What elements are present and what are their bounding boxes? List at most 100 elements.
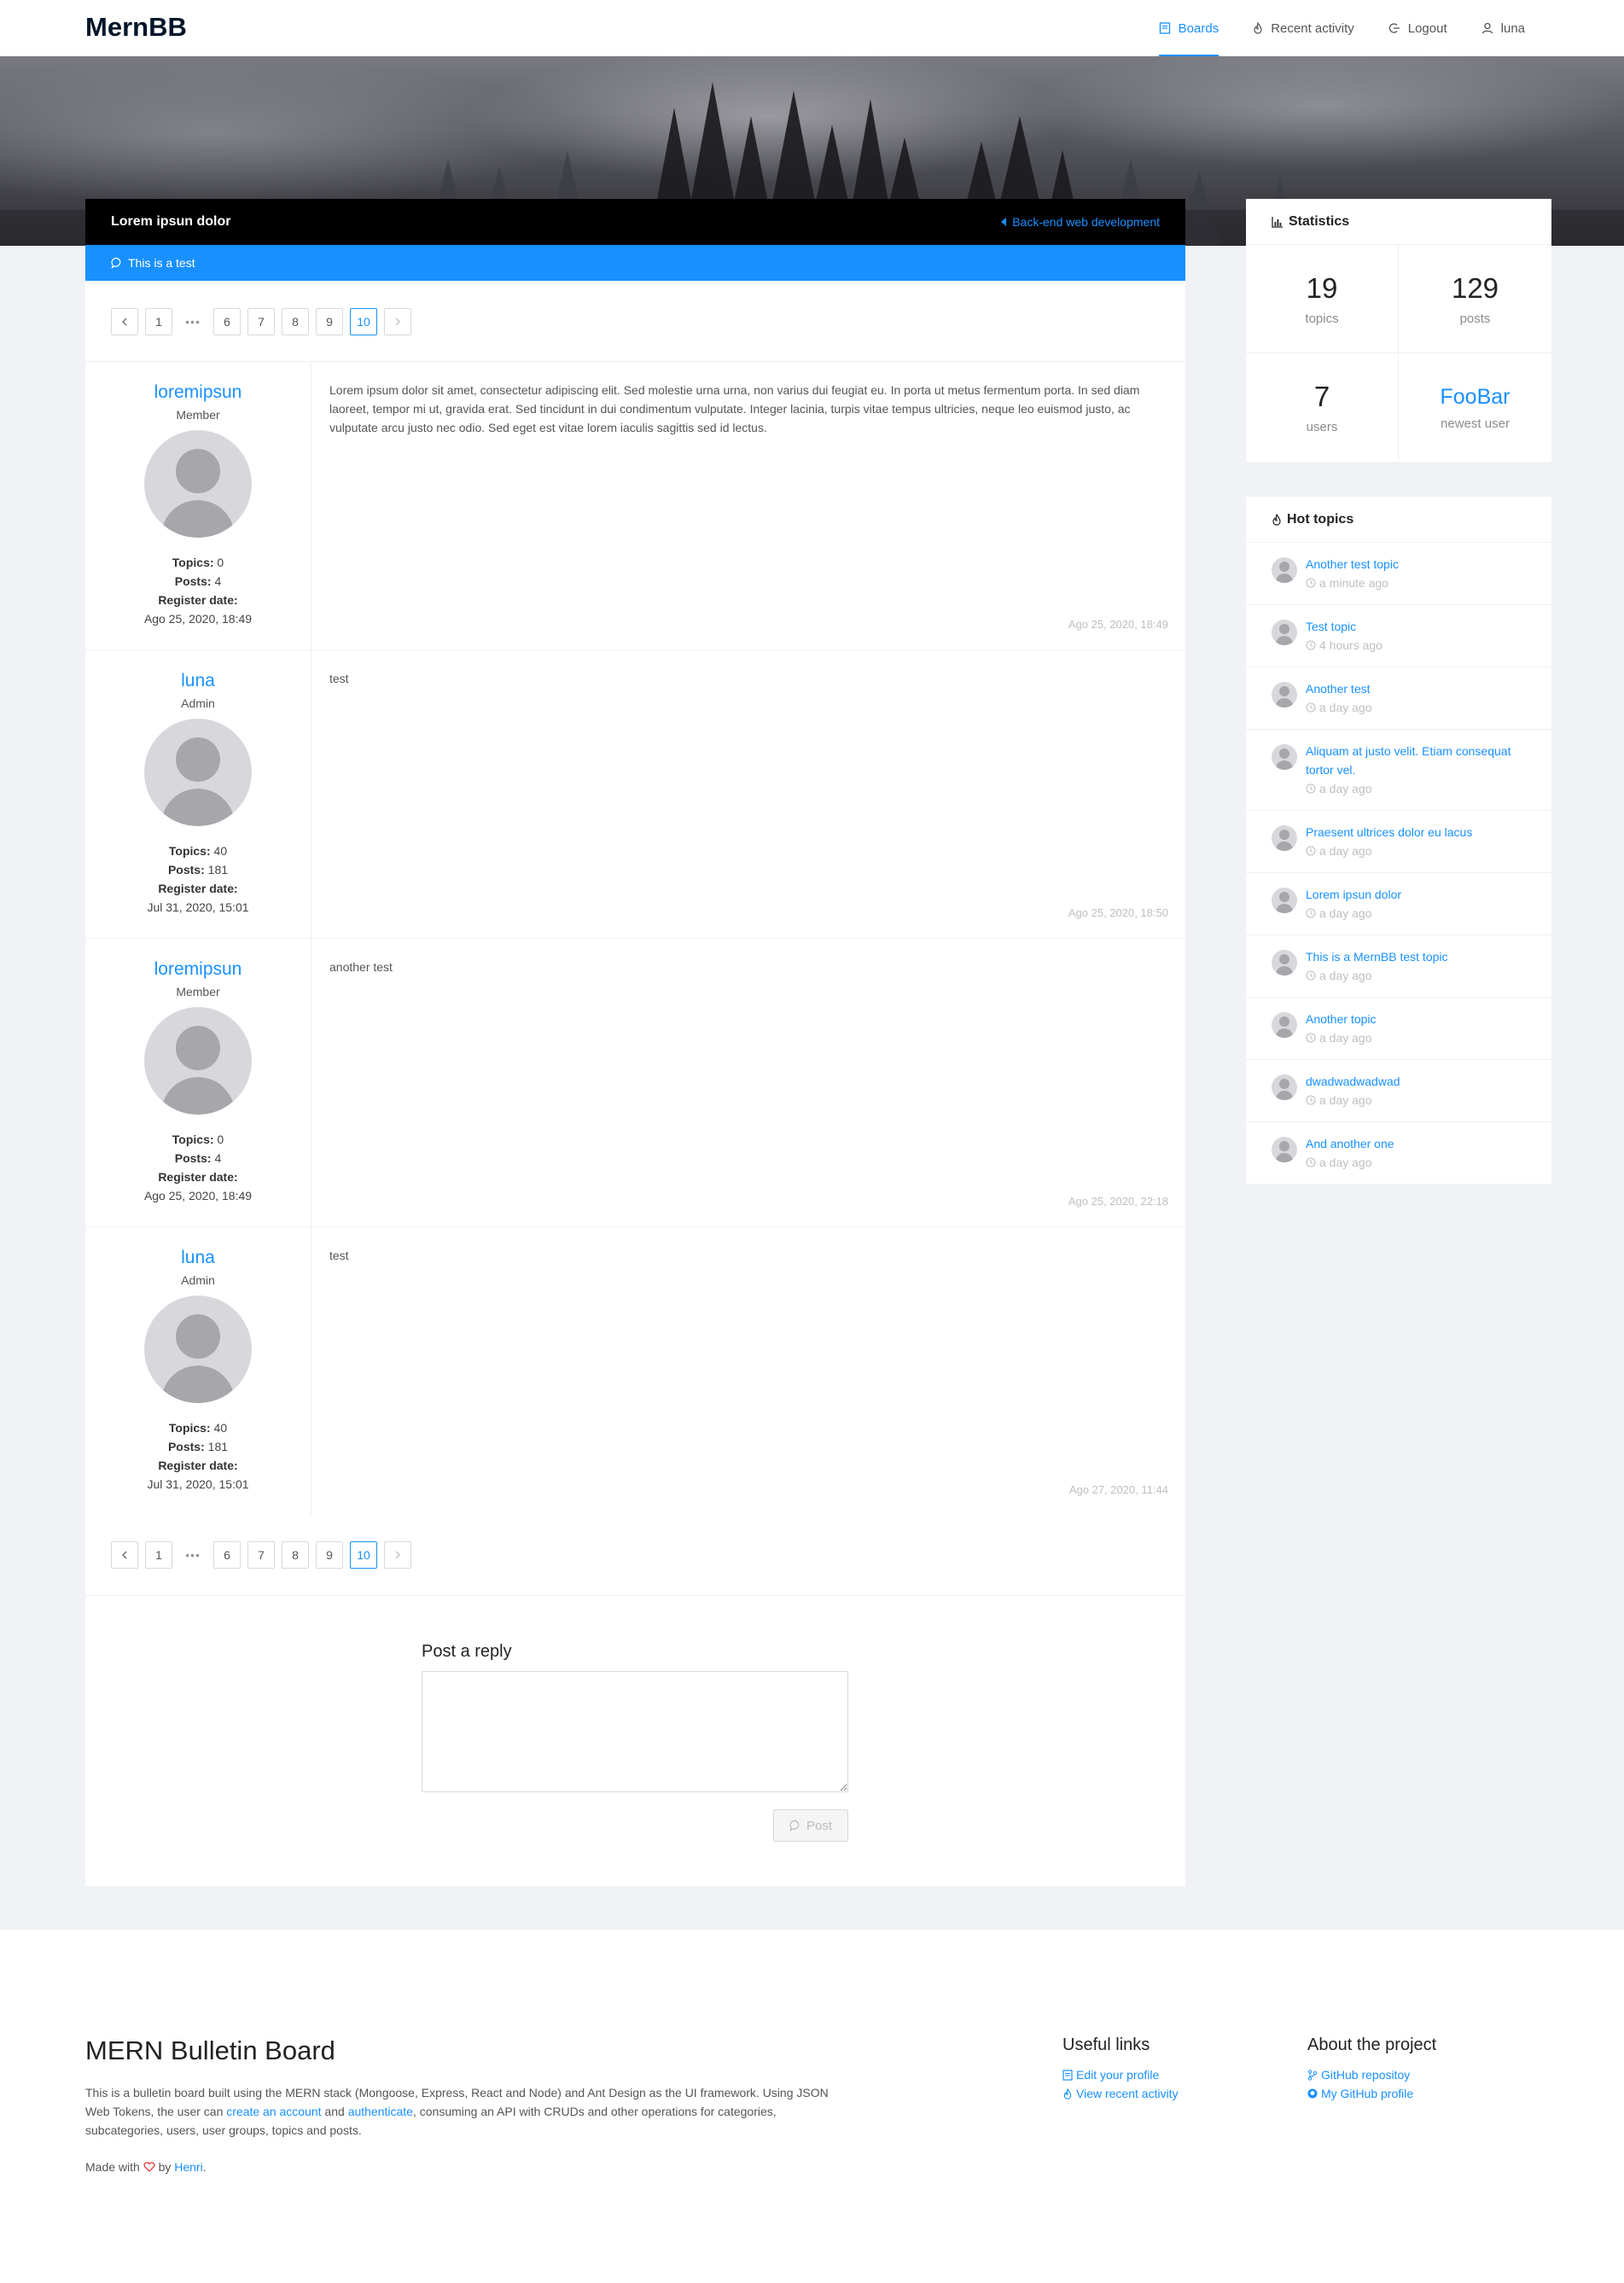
post-date: Ago 25, 2020, 18:50 [1068, 906, 1168, 919]
board-link[interactable]: Back-end web development [1000, 215, 1160, 229]
stat-newest-label: newest user [1441, 416, 1510, 431]
chevron-left-icon [122, 317, 127, 326]
hot-topic-time: a day ago [1306, 1091, 1400, 1109]
nav-recent-activity[interactable]: Recent activity [1236, 0, 1371, 56]
nav-user[interactable]: luna [1464, 0, 1542, 56]
stat-topics-value: 19 [1306, 271, 1338, 304]
hot-topic-link[interactable]: Test topic [1306, 617, 1382, 636]
hot-topic-link[interactable]: Praesent ultrices dolor eu lacus [1306, 823, 1472, 842]
hot-topic-time: a day ago [1306, 904, 1401, 923]
hot-topic-link[interactable]: Lorem ipsun dolor [1306, 885, 1401, 904]
page-ellipsis[interactable]: ••• [179, 1541, 207, 1569]
author-name-link[interactable]: loremipsun [85, 959, 311, 980]
clock-icon [1306, 970, 1316, 981]
page-7[interactable]: 7 [247, 1541, 275, 1569]
github-repo-link[interactable]: GitHub repositoy [1307, 2065, 1436, 2084]
avatar [1272, 557, 1297, 583]
bar-chart-icon [1272, 216, 1283, 228]
nav-boards[interactable]: Boards [1142, 0, 1237, 56]
page-10[interactable]: 10 [350, 308, 377, 335]
hot-topic-link[interactable]: Another topic [1306, 1010, 1377, 1028]
prev-page-button[interactable] [111, 1541, 138, 1569]
avatar [1272, 1137, 1297, 1162]
post-author: loremipsun Member Topics: 0 Posts: 4 Reg… [85, 362, 311, 649]
authenticate-link[interactable]: authenticate [348, 2105, 413, 2118]
hot-topic-item[interactable]: Praesent ultrices dolor eu lacus a day ag… [1246, 810, 1551, 872]
hot-topic-link[interactable]: dwadwadwadwad [1306, 1072, 1400, 1091]
hot-topic-link[interactable]: Aliquam at justo velit. Etiam consequat … [1306, 742, 1526, 779]
clock-icon [1306, 578, 1316, 588]
profile-icon [1062, 2069, 1073, 2081]
branch-icon [1307, 2069, 1318, 2081]
hot-topic-item[interactable]: Test topic 4 hours ago [1246, 604, 1551, 667]
post-body: test [329, 672, 349, 685]
newest-user-link[interactable]: FooBar [1441, 385, 1510, 410]
nav-boards-label: Boards [1178, 20, 1219, 36]
github-profile-link[interactable]: My GitHub profile [1307, 2084, 1436, 2103]
page-6[interactable]: 6 [213, 308, 241, 335]
page-10[interactable]: 10 [350, 1541, 377, 1569]
page-6[interactable]: 6 [213, 1541, 241, 1569]
app-logo[interactable]: MernBB [85, 12, 187, 43]
stat-users: 7 users [1246, 353, 1399, 462]
stat-posts: 129 posts [1399, 245, 1551, 353]
hot-topic-item[interactable]: Aliquam at justo velit. Etiam consequat … [1246, 729, 1551, 810]
message-icon [111, 257, 121, 269]
page-9[interactable]: 9 [316, 308, 343, 335]
hot-topic-link[interactable]: And another one [1306, 1134, 1394, 1153]
hot-topic-item[interactable]: This is a MernBB test topic a day ago [1246, 935, 1551, 997]
hot-topic-item[interactable]: dwadwadwadwad a day ago [1246, 1059, 1551, 1121]
recent-activity-link[interactable]: View recent activity [1062, 2084, 1179, 2103]
clock-icon [1306, 1157, 1316, 1168]
nav-logout-label: Logout [1407, 20, 1447, 36]
hot-topic-item[interactable]: And another one a day ago [1246, 1121, 1551, 1184]
page-8[interactable]: 8 [282, 1541, 309, 1569]
post-reply-button[interactable]: Post [773, 1809, 848, 1842]
statistics-grid: 19 topics 129 posts 7 users FooBar newes… [1246, 245, 1551, 462]
hot-topic-time: 4 hours ago [1306, 636, 1382, 655]
hot-topic-item[interactable]: Another topic a day ago [1246, 997, 1551, 1059]
avatar [144, 719, 252, 826]
topic-card: Lorem ipsun dolor Back-end web developme… [85, 199, 1185, 1886]
hot-topic-link[interactable]: Another test [1306, 679, 1372, 698]
page-ellipsis[interactable]: ••• [179, 308, 207, 335]
stat-posts-label: posts [1459, 311, 1491, 326]
hot-topic-time: a day ago [1306, 779, 1526, 798]
post-date: Ago 25, 2020, 18:49 [1068, 618, 1168, 631]
reply-textarea[interactable] [422, 1671, 848, 1792]
avatar [144, 1007, 252, 1115]
stat-topics: 19 topics [1246, 245, 1399, 353]
author-name-link[interactable]: loremipsun [85, 382, 311, 403]
author-name-link[interactable]: luna [85, 671, 311, 691]
logout-icon [1388, 23, 1400, 33]
author-henri-link[interactable]: Henri [174, 2160, 202, 2174]
author-name-link[interactable]: luna [85, 1248, 311, 1268]
prev-page-button[interactable] [111, 308, 138, 335]
hot-topic-item[interactable]: Another test topic a minute ago [1246, 543, 1551, 604]
avatar [1272, 682, 1297, 708]
heart-icon [143, 2162, 155, 2172]
page-7[interactable]: 7 [247, 308, 275, 335]
statistics-title: Statistics [1289, 213, 1350, 229]
page-9[interactable]: 9 [316, 1541, 343, 1569]
nav-user-label: luna [1500, 20, 1525, 36]
post-item: loremipsun Member Topics: 0 Posts: 4 Reg… [85, 938, 1185, 1226]
hot-topic-item[interactable]: Another test a day ago [1246, 667, 1551, 729]
create-account-link[interactable]: create an account [226, 2105, 321, 2118]
main-nav: Boards Recent activity Logout luna [1142, 0, 1542, 56]
nav-logout[interactable]: Logout [1371, 0, 1464, 56]
next-page-button[interactable] [384, 1541, 411, 1569]
hot-topic-link[interactable]: This is a MernBB test topic [1306, 947, 1448, 966]
page-8[interactable]: 8 [282, 308, 309, 335]
footer-made-with: Made with by Henri. [85, 2160, 207, 2174]
post-item: luna Admin Topics: 40 Posts: 181 Registe… [85, 1226, 1185, 1515]
page-1[interactable]: 1 [145, 308, 172, 335]
page-1[interactable]: 1 [145, 1541, 172, 1569]
post-body: another test [329, 960, 393, 974]
edit-profile-link[interactable]: Edit your profile [1062, 2065, 1179, 2084]
hot-topic-link[interactable]: Another test topic [1306, 555, 1399, 574]
author-role: Admin [181, 1273, 215, 1287]
fire-icon [1254, 22, 1262, 34]
next-page-button[interactable] [384, 308, 411, 335]
hot-topic-item[interactable]: Lorem ipsun dolor a day ago [1246, 872, 1551, 935]
